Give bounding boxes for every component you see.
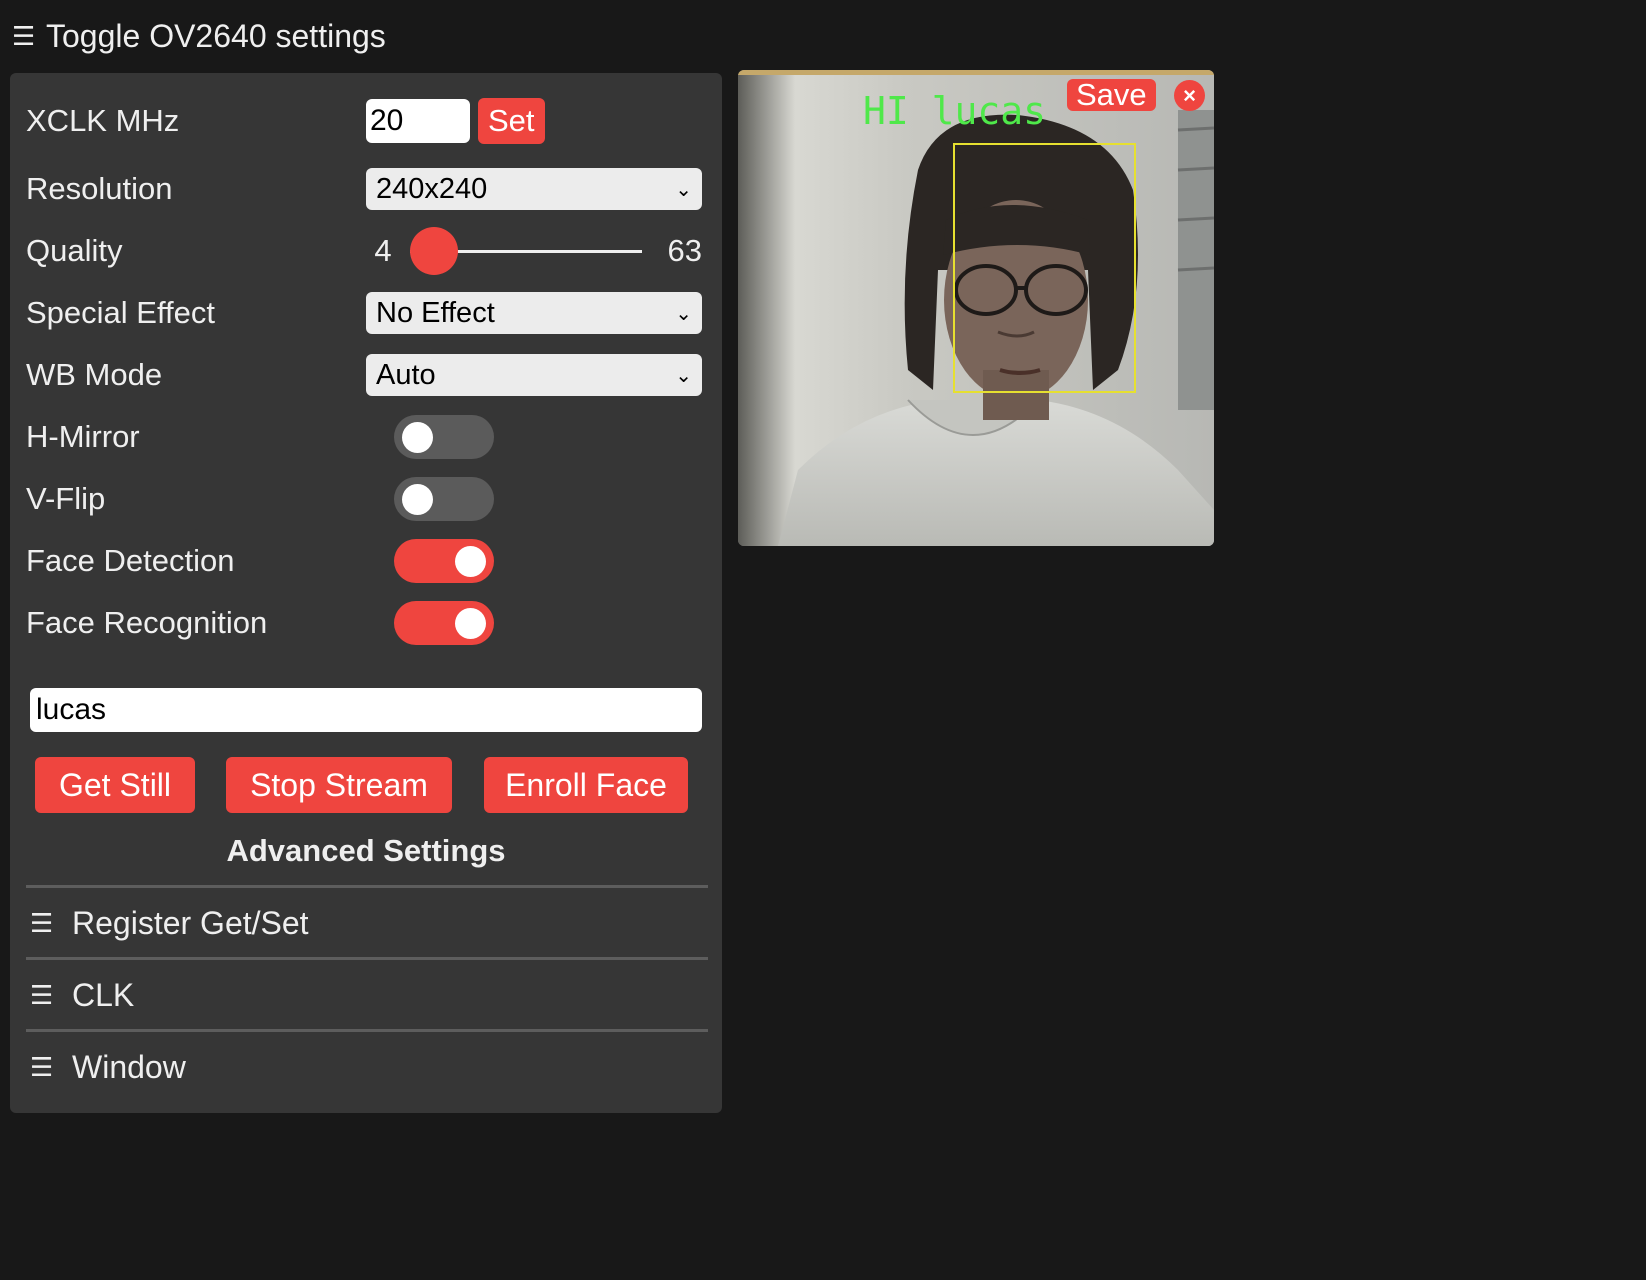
toggle-knob — [402, 422, 433, 453]
face-recognition-row: Face Recognition — [26, 599, 706, 647]
camera-stream: HI lucas — [738, 70, 1214, 546]
xclk-label: XCLK MHz — [26, 103, 180, 138]
special-effect-row: Special Effect No Effect ⌄ — [26, 289, 706, 337]
hamburger-icon: ☰ — [30, 1052, 54, 1082]
face-name-input[interactable]: lucas — [30, 688, 702, 732]
v-flip-label: V-Flip — [26, 481, 106, 516]
settings-toggle[interactable]: ☰ Toggle OV2640 settings — [12, 14, 386, 58]
quality-max: 63 — [667, 233, 702, 268]
recognition-overlay-text: HI lucas — [863, 89, 1046, 133]
quality-row: Quality 4 63 — [26, 226, 706, 275]
get-still-button[interactable]: Get Still — [35, 757, 195, 813]
settings-toggle-title: Toggle OV2640 settings — [46, 17, 386, 54]
face-detection-row: Face Detection — [26, 537, 706, 585]
h-mirror-label: H-Mirror — [26, 419, 140, 454]
top-edge — [738, 70, 1214, 75]
face-detection-toggle[interactable] — [394, 539, 494, 583]
wb-mode-row: WB Mode Auto ⌄ — [26, 351, 706, 399]
face-detection-label: Face Detection — [26, 543, 235, 578]
resolution-row: Resolution 240x240 ⌄ — [26, 165, 706, 213]
chevron-down-icon: ⌄ — [675, 364, 692, 387]
wb-mode-label: WB Mode — [26, 357, 163, 392]
stream-frame: HI lucas — [738, 70, 1214, 546]
v-flip-row: V-Flip — [26, 475, 706, 523]
section-label: Window — [72, 1048, 186, 1085]
section-label: CLK — [72, 976, 135, 1013]
close-icon[interactable]: × — [1174, 80, 1205, 111]
chevron-down-icon: ⌄ — [675, 178, 692, 201]
face-recognition-label: Face Recognition — [26, 605, 268, 640]
xclk-input[interactable] — [366, 99, 470, 143]
settings-panel: XCLK MHz Set Resolution 240x240 ⌄ Qualit… — [10, 73, 722, 1113]
quality-min: 4 — [374, 233, 392, 268]
toggle-knob — [455, 608, 486, 639]
special-effect-label: Special Effect — [26, 295, 215, 330]
toggle-knob — [402, 484, 433, 515]
toggle-knob — [455, 546, 486, 577]
save-button[interactable]: Save — [1067, 77, 1156, 112]
resolution-select[interactable]: 240x240 ⌄ — [366, 168, 702, 210]
wb-mode-selected: Auto — [376, 358, 436, 391]
enroll-face-button[interactable]: Enroll Face — [484, 757, 688, 813]
face-recognition-toggle[interactable] — [394, 601, 494, 645]
hamburger-icon: ☰ — [30, 908, 54, 938]
neck — [983, 370, 1049, 420]
section-clk[interactable]: ☰ CLK — [26, 957, 708, 1030]
action-buttons: Get Still Stop Stream Enroll Face — [10, 757, 722, 813]
window-area — [1178, 110, 1214, 410]
wb-mode-select[interactable]: Auto ⌄ — [366, 354, 702, 396]
chevron-down-icon: ⌄ — [675, 302, 692, 325]
section-register-get-set[interactable]: ☰ Register Get/Set — [26, 885, 708, 958]
h-mirror-row: H-Mirror — [26, 413, 706, 461]
resolution-selected: 240x240 — [376, 172, 488, 205]
quality-label: Quality — [26, 233, 123, 268]
resolution-label: Resolution — [26, 171, 173, 206]
xclk-row: XCLK MHz Set — [26, 97, 706, 145]
hamburger-icon: ☰ — [30, 980, 54, 1010]
xclk-set-button[interactable]: Set — [478, 98, 545, 144]
section-label: Register Get/Set — [72, 904, 309, 941]
quality-slider[interactable] — [409, 226, 642, 275]
stop-stream-button[interactable]: Stop Stream — [226, 757, 452, 813]
advanced-settings-heading: Advanced Settings — [226, 833, 506, 868]
special-effect-select[interactable]: No Effect ⌄ — [366, 292, 702, 334]
section-window[interactable]: ☰ Window — [26, 1029, 708, 1102]
special-effect-selected: No Effect — [376, 296, 495, 329]
h-mirror-toggle[interactable] — [394, 415, 494, 459]
v-flip-toggle[interactable] — [394, 477, 494, 521]
hamburger-icon: ☰ — [12, 21, 36, 51]
quality-slider-thumb[interactable] — [409, 226, 458, 275]
